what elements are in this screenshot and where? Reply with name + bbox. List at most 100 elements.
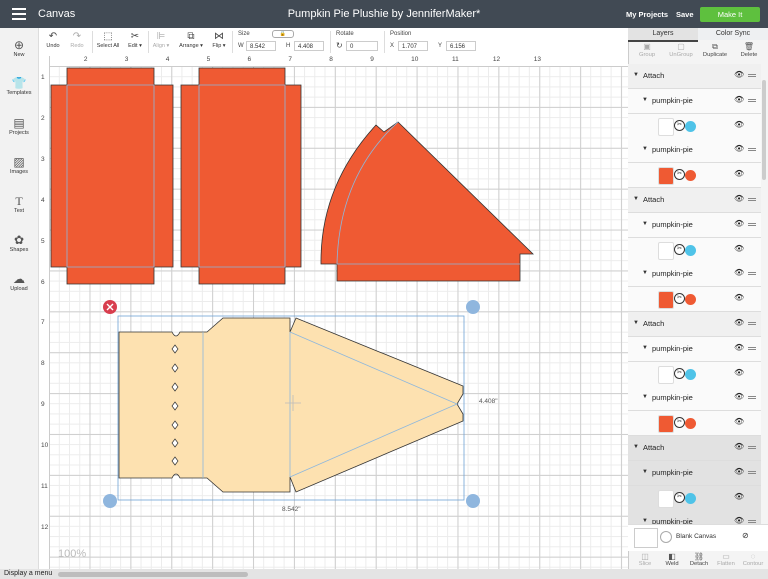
- chevron-down-icon[interactable]: ▼: [642, 345, 648, 351]
- select-all-button[interactable]: ⬚ Select All: [94, 31, 122, 49]
- arrange-dropdown[interactable]: ⧉ Arrange ▾: [176, 31, 206, 49]
- y-position-input[interactable]: 6.156: [446, 41, 476, 51]
- drag-handle-icon[interactable]: [748, 346, 756, 348]
- layer-color-swatch[interactable]: [685, 120, 696, 132]
- visibility-eye-icon[interactable]: 👁: [734, 219, 744, 228]
- drag-handle-icon[interactable]: [748, 322, 756, 323]
- layer-item[interactable]: ✂ 👁: [628, 485, 761, 511]
- chevron-down-icon[interactable]: ▼: [642, 394, 648, 400]
- sidebar-item-images[interactable]: ▨ Images: [0, 155, 38, 175]
- visibility-eye-icon[interactable]: 👁: [734, 70, 744, 79]
- layer-subgroup[interactable]: ▼ pumpkin-pie 👁: [628, 262, 761, 288]
- cut-operation-icon[interactable]: ✂: [674, 367, 685, 379]
- visibility-eye-icon[interactable]: 👁: [734, 392, 744, 401]
- visibility-eye-icon[interactable]: 👁: [734, 318, 744, 327]
- layer-subgroup[interactable]: ▼ pumpkin-pie 👁: [628, 212, 761, 238]
- contour-button[interactable]: ◌ Contour: [740, 552, 766, 567]
- tab-layers[interactable]: Layers: [628, 28, 698, 42]
- drag-handle-icon[interactable]: [748, 396, 756, 398]
- visibility-eye-icon[interactable]: 👁: [734, 293, 744, 302]
- align-dropdown[interactable]: ⊫ Align ▾: [150, 31, 172, 49]
- layer-subgroup[interactable]: ▼ pumpkin-pie 👁: [628, 336, 761, 362]
- save-button[interactable]: Save: [676, 10, 694, 19]
- layer-item[interactable]: ✂ 👁: [628, 163, 761, 189]
- chevron-down-icon[interactable]: ▼: [633, 320, 639, 326]
- layers-scrollbar[interactable]: [762, 80, 766, 180]
- chevron-down-icon[interactable]: ▼: [642, 97, 648, 103]
- tab-color-sync[interactable]: Color Sync: [698, 28, 768, 40]
- chevron-down-icon[interactable]: ▼: [633, 196, 639, 202]
- drag-handle-icon[interactable]: [748, 198, 756, 199]
- layer-color-swatch[interactable]: [685, 492, 696, 504]
- sidebar-item-upload[interactable]: ☁ Upload: [0, 272, 38, 292]
- layer-color-swatch[interactable]: [685, 418, 696, 430]
- chevron-down-icon[interactable]: ▼: [642, 221, 648, 227]
- sidebar-item-projects[interactable]: ▤ Projects: [0, 116, 38, 136]
- cut-operation-icon[interactable]: ✂: [674, 169, 685, 181]
- canvas-color-icon[interactable]: [660, 531, 672, 543]
- orange-pie-wedge[interactable]: [320, 121, 534, 282]
- layer-group-attach[interactable]: ▼ Attach 👁: [628, 436, 761, 461]
- drag-handle-icon[interactable]: [748, 272, 756, 274]
- layer-color-swatch[interactable]: [685, 294, 696, 306]
- resize-handle-icon[interactable]: [466, 494, 480, 508]
- cut-operation-icon[interactable]: ✂: [674, 119, 685, 131]
- visibility-eye-icon[interactable]: 👁: [734, 467, 744, 476]
- visibility-eye-icon[interactable]: 👁: [734, 516, 744, 524]
- peach-crust-piece[interactable]: [118, 317, 464, 493]
- layer-item[interactable]: ✂ 👁: [628, 361, 761, 387]
- drag-handle-icon[interactable]: [748, 470, 756, 472]
- ungroup-button[interactable]: ▢ UnGroup: [664, 42, 698, 58]
- layer-subgroup[interactable]: ▼ pumpkin-pie 👁: [628, 460, 761, 486]
- my-projects-link[interactable]: My Projects: [626, 10, 668, 19]
- layer-subgroup[interactable]: ▼ pumpkin-pie 👁: [628, 386, 761, 412]
- layer-color-swatch[interactable]: [685, 170, 696, 182]
- height-input[interactable]: 4.408: [294, 41, 324, 51]
- visibility-eye-icon[interactable]: 👁: [734, 120, 744, 129]
- duplicate-button[interactable]: ⧉ Duplicate: [698, 42, 732, 58]
- weld-button[interactable]: ◧ Weld: [659, 552, 685, 567]
- sidebar-item-templates[interactable]: 👕 Templates: [0, 76, 38, 96]
- sidebar-item-shapes[interactable]: ✿ Shapes: [0, 233, 38, 253]
- drag-handle-icon[interactable]: [748, 222, 756, 224]
- layer-item[interactable]: ✂ 👁: [628, 113, 761, 139]
- chevron-down-icon[interactable]: ▼: [642, 270, 648, 276]
- flatten-button[interactable]: ▭ Flatten: [713, 552, 739, 567]
- lock-aspect-icon[interactable]: 🔒: [272, 30, 294, 38]
- drag-handle-icon[interactable]: [748, 148, 756, 150]
- cut-operation-icon[interactable]: ✂: [674, 243, 685, 255]
- orange-box-piece-left[interactable]: [50, 67, 174, 285]
- visibility-eye-icon[interactable]: 👁: [734, 95, 744, 104]
- horizontal-scrollbar[interactable]: [58, 572, 248, 577]
- redo-button[interactable]: ↷ Redo: [66, 31, 88, 49]
- delete-button[interactable]: 🗑 Delete: [732, 42, 766, 58]
- cut-operation-icon[interactable]: ✂: [674, 417, 685, 429]
- drag-handle-icon[interactable]: [748, 98, 756, 100]
- layer-color-swatch[interactable]: [685, 244, 696, 256]
- visibility-eye-icon[interactable]: 👁: [734, 492, 744, 501]
- layer-group-attach[interactable]: ▼ Attach 👁: [628, 64, 761, 89]
- chevron-down-icon[interactable]: ▼: [642, 469, 648, 475]
- cut-operation-icon[interactable]: ✂: [674, 293, 685, 305]
- visibility-eye-icon[interactable]: 👁: [734, 368, 744, 377]
- layer-group-attach[interactable]: ▼ Attach 👁: [628, 188, 761, 213]
- flip-dropdown[interactable]: ⋈ Flip ▾: [208, 31, 230, 49]
- visibility-eye-icon[interactable]: 👁: [734, 442, 744, 451]
- hide-eye-icon[interactable]: ⊘: [742, 531, 749, 540]
- zoom-level[interactable]: 100%: [58, 548, 86, 560]
- group-button[interactable]: ▣ Group: [630, 42, 664, 58]
- drag-handle-icon[interactable]: [748, 520, 756, 522]
- detach-button[interactable]: ⛓ Detach: [686, 552, 712, 567]
- drag-handle-icon[interactable]: [748, 74, 756, 75]
- visibility-eye-icon[interactable]: 👁: [734, 244, 744, 253]
- make-it-button[interactable]: Make It: [700, 7, 760, 22]
- layer-color-swatch[interactable]: [685, 368, 696, 380]
- x-position-input[interactable]: 1.707: [398, 41, 428, 51]
- visibility-eye-icon[interactable]: 👁: [734, 194, 744, 203]
- layer-item[interactable]: ✂ 👁: [628, 287, 761, 313]
- slice-button[interactable]: ◫ Slice: [632, 552, 658, 567]
- rotate-handle-icon[interactable]: [466, 300, 480, 314]
- chevron-down-icon[interactable]: ▼: [633, 72, 639, 78]
- edit-dropdown[interactable]: ✂ Edit ▾: [124, 31, 146, 49]
- undo-button[interactable]: ↶ Undo: [42, 31, 64, 49]
